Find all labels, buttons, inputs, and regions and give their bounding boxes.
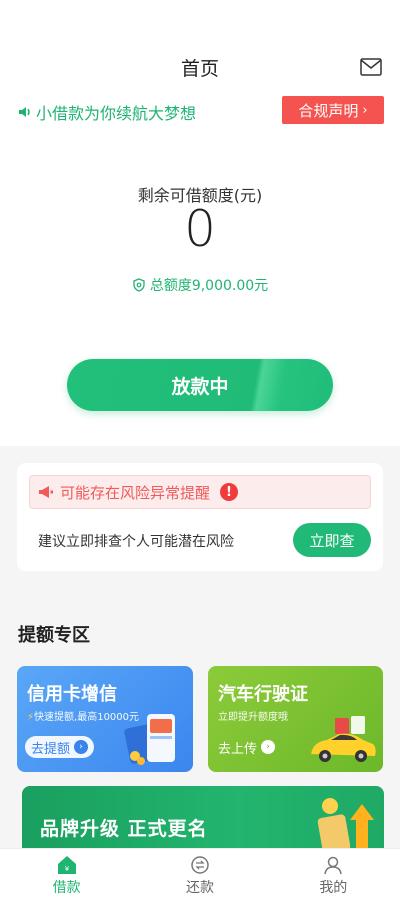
check-now-button[interactable]: 立即查 [293, 523, 371, 557]
exclamation-icon: ! [220, 483, 239, 501]
tab-label: 借款 [52, 880, 81, 896]
mail-icon[interactable] [360, 58, 382, 76]
page-title: 首页 [180, 58, 219, 80]
speaker-icon [19, 107, 30, 117]
risk-card: 可能存在风险异常提醒 ! 建议立即排查个人可能潜在风险 立即查 [17, 463, 383, 571]
upload-button[interactable]: 去上传 › [216, 736, 281, 758]
banner-title: 品牌升级 正式更名 [40, 818, 208, 840]
tab-mine[interactable]: 我的 [267, 849, 400, 902]
bottom-tab-bar: ¥ 借款 还款 我的 [0, 848, 400, 902]
slogan-text: 小借款为你续航大梦想 [36, 104, 197, 123]
promo-subtitle: 立即提升额度哦 [218, 712, 288, 723]
compliance-button[interactable]: 合规声明 › [282, 96, 384, 124]
car-illustration-icon [311, 716, 376, 762]
tab-label: 还款 [185, 880, 214, 896]
loan-status-button[interactable]: 放款中 [67, 359, 333, 411]
credit-card-illustration-icon [124, 714, 175, 765]
slogan-row: 小借款为你续航大梦想 合规声明 › [0, 96, 400, 126]
risk-alert-text: 可能存在风险异常提醒 [60, 483, 211, 502]
home-icon: ¥ [57, 856, 76, 874]
credit-card-promo[interactable]: 信用卡增信 ⚡快速提额,最高10000元 去提额 › [17, 666, 193, 772]
raise-quota-button[interactable]: 去提额 › [25, 736, 95, 758]
shield-icon [133, 278, 145, 292]
section-title: 提额专区 [18, 625, 90, 646]
compliance-label: 合规声明 [298, 101, 359, 120]
total-quota: 总额度9,000.00元 [0, 275, 400, 295]
total-quota-text: 总额度9,000.00元 [149, 278, 269, 294]
lightning-icon: ⚡ [27, 712, 35, 723]
risk-alert[interactable]: 可能存在风险异常提醒 ! [29, 475, 371, 509]
top-bar: 首页 [0, 0, 400, 92]
tab-loan[interactable]: ¥ 借款 [0, 849, 133, 902]
tab-label: 我的 [319, 880, 348, 896]
arrow-right-icon: › [261, 740, 276, 754]
repay-icon [191, 856, 209, 874]
megaphone-icon [39, 486, 53, 498]
user-icon [324, 856, 343, 875]
quota-value: 0 [184, 200, 216, 258]
promo-title: 汽车行驶证 [218, 684, 308, 705]
risk-advice: 建议立即排查个人可能潜在风险 [38, 534, 234, 550]
tab-repay[interactable]: 还款 [133, 849, 266, 902]
promo-title: 信用卡增信 [27, 684, 117, 705]
svg-text:¥: ¥ [64, 865, 69, 873]
vehicle-license-promo[interactable]: 汽车行驶证 立即提升额度哦 去上传 › [208, 666, 383, 772]
chevron-right-icon: › [362, 102, 368, 118]
arrow-right-icon: › [74, 740, 89, 754]
slogan: 小借款为你续航大梦想 [18, 100, 196, 124]
